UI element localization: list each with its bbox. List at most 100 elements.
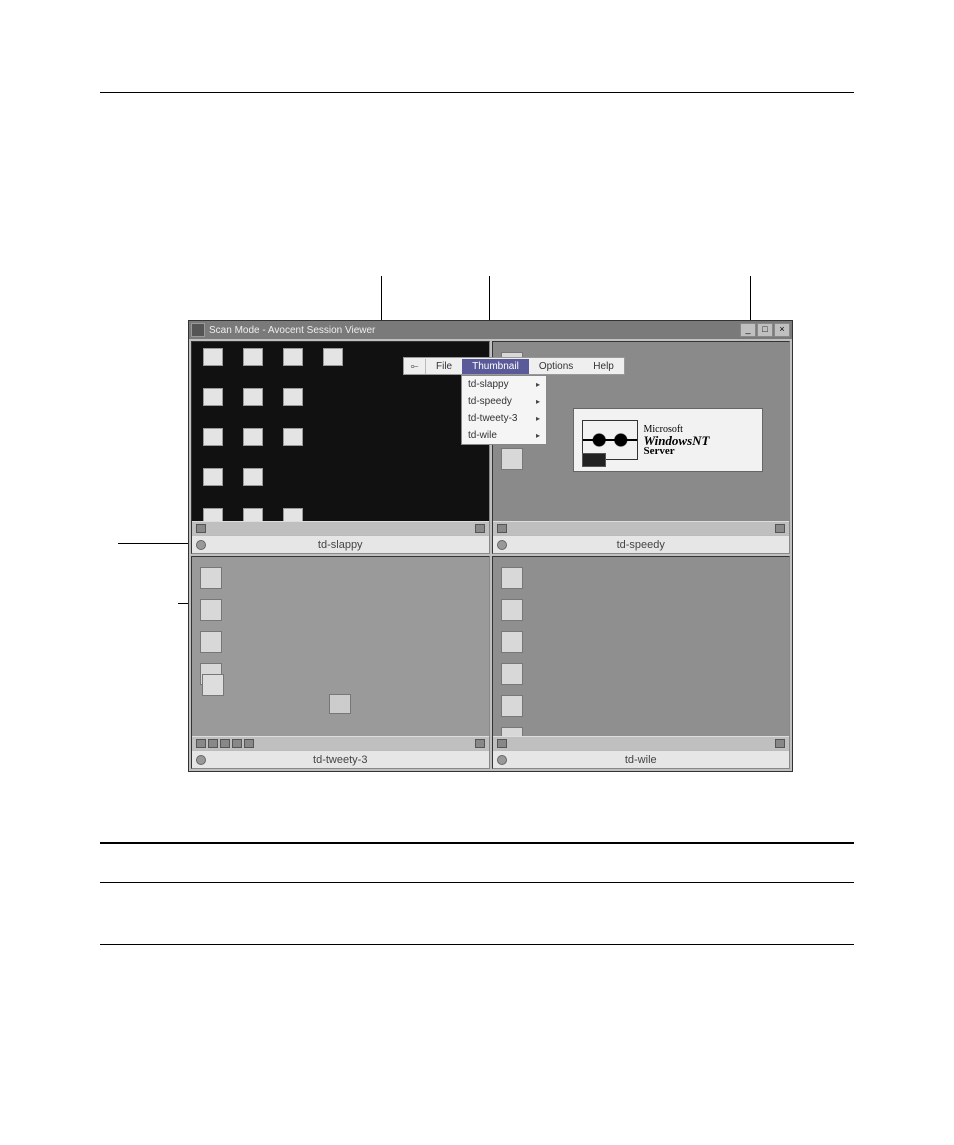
dropdown-item-label: td-wile xyxy=(468,430,497,441)
desktop-icon xyxy=(278,388,308,418)
desktop-icon xyxy=(501,663,523,685)
desktop-icon xyxy=(238,348,268,378)
desktop-icon xyxy=(198,468,228,498)
taskbar-tray xyxy=(196,739,254,748)
nt-logo-text: Microsoft WindowsNT Server xyxy=(644,424,710,457)
desktop-icon xyxy=(501,727,523,736)
thumbnail-taskbar xyxy=(493,736,790,750)
generic-icon xyxy=(243,508,263,521)
close-button[interactable]: × xyxy=(774,323,790,337)
horizontal-rule xyxy=(100,882,854,883)
thumbnail-caption-label: td-slappy xyxy=(318,539,363,551)
thumbnail-pane-td-wile[interactable]: td-wile xyxy=(492,556,791,769)
submenu-arrow-icon: ▸ xyxy=(536,414,540,423)
status-indicator-icon xyxy=(196,755,206,765)
generic-icon xyxy=(203,348,223,366)
status-indicator-icon xyxy=(497,540,507,550)
menu-options[interactable]: Options xyxy=(529,359,583,374)
generic-icon xyxy=(283,348,303,366)
desktop-icon xyxy=(198,508,228,521)
menu-thumbnail[interactable]: Thumbnail xyxy=(462,359,529,374)
windows-nt-splash: Microsoft WindowsNT Server xyxy=(573,408,763,472)
generic-icon xyxy=(243,348,263,366)
generic-icon xyxy=(243,388,263,406)
generic-icon xyxy=(203,508,223,521)
desktop-icon xyxy=(278,428,308,458)
desktop-icon xyxy=(501,631,523,653)
titlebar[interactable]: Scan Mode - Avocent Session Viewer _ □ × xyxy=(189,321,792,339)
desktop-icon xyxy=(238,468,268,498)
submenu-arrow-icon: ▸ xyxy=(536,431,540,440)
desktop-icons-column xyxy=(200,567,222,685)
dropdown-item-label: td-speedy xyxy=(468,396,512,407)
generic-icon xyxy=(323,348,343,366)
horizontal-rule xyxy=(100,92,854,93)
desktop-icon xyxy=(200,567,222,589)
minimize-button[interactable]: _ xyxy=(740,323,756,337)
thumbnail-caption: td-tweety-3 xyxy=(192,750,489,768)
desktop-icon xyxy=(198,388,228,418)
desktop-icon xyxy=(278,508,308,521)
desktop-icon xyxy=(501,448,523,470)
generic-icon xyxy=(243,428,263,446)
desktop-icon xyxy=(238,428,268,458)
dropdown-item-td-speedy[interactable]: td-speedy ▸ xyxy=(462,393,546,410)
desktop-thumbnail xyxy=(493,557,790,736)
callout-line-close-button xyxy=(750,276,751,320)
dropdown-item-td-tweety-3[interactable]: td-tweety-3 ▸ xyxy=(462,410,546,427)
app-icon xyxy=(191,323,205,337)
desktop-icons-column xyxy=(501,567,523,736)
taskbar-tray xyxy=(196,524,206,533)
submenu-arrow-icon: ▸ xyxy=(536,397,540,406)
thumbnail-taskbar xyxy=(493,521,790,535)
callout-line-thumbtack xyxy=(381,276,382,324)
generic-icon xyxy=(203,388,223,406)
desktop-icon xyxy=(501,695,523,717)
maximize-button[interactable]: □ xyxy=(757,323,773,337)
dropdown-item-td-slappy[interactable]: td-slappy ▸ xyxy=(462,376,546,393)
callout-line-status-indicator xyxy=(118,543,190,544)
desktop-icons-grid xyxy=(198,348,352,521)
recycle-bin-icon xyxy=(329,694,351,714)
horizontal-rule xyxy=(100,842,854,844)
desktop-icon xyxy=(198,428,228,458)
desktop-thumbnail xyxy=(192,557,489,736)
thumbnails-grid: ⟜ File Thumbnail Options Help td-slappy … xyxy=(189,339,792,771)
generic-icon xyxy=(283,388,303,406)
thumbnail-pane-td-tweety-3[interactable]: td-tweety-3 xyxy=(191,556,490,769)
menu-help[interactable]: Help xyxy=(583,359,624,374)
status-indicator-icon xyxy=(497,755,507,765)
dropdown-item-label: td-tweety-3 xyxy=(468,413,517,424)
menu-file[interactable]: File xyxy=(426,359,462,374)
nt-card-icon xyxy=(582,453,606,467)
thumbtack-icon[interactable]: ⟜ xyxy=(404,359,426,374)
thumbnail-caption-label: td-tweety-3 xyxy=(313,754,367,766)
window-title: Scan Mode - Avocent Session Viewer xyxy=(209,325,740,336)
desktop-icon xyxy=(278,348,308,378)
desktop-icon xyxy=(501,599,523,621)
thumbnail-taskbar xyxy=(192,521,489,535)
menubar[interactable]: ⟜ File Thumbnail Options Help xyxy=(403,357,625,375)
dropdown-item-td-wile[interactable]: td-wile ▸ xyxy=(462,427,546,444)
desktop-icon xyxy=(200,631,222,653)
generic-icon xyxy=(203,428,223,446)
desktop-icon xyxy=(198,348,228,378)
desktop-icon xyxy=(202,674,224,696)
horizontal-rule xyxy=(100,944,854,945)
desktop-icon xyxy=(318,348,348,378)
desktop-icon xyxy=(238,508,268,521)
desktop-icon xyxy=(238,388,268,418)
thumbnail-caption: td-wile xyxy=(493,750,790,768)
thumbnail-caption: td-slappy xyxy=(192,535,489,553)
generic-icon xyxy=(243,468,263,486)
thumbnail-dropdown[interactable]: td-slappy ▸ td-speedy ▸ td-tweety-3 ▸ td… xyxy=(461,375,547,445)
thumbnail-caption-label: td-wile xyxy=(625,754,657,766)
generic-icon xyxy=(203,468,223,486)
dropdown-item-label: td-slappy xyxy=(468,379,509,390)
status-indicator-icon xyxy=(196,540,206,550)
generic-icon xyxy=(283,428,303,446)
thumbnail-caption-label: td-speedy xyxy=(617,539,665,551)
generic-icon xyxy=(283,508,303,521)
submenu-arrow-icon: ▸ xyxy=(536,380,540,389)
session-viewer-window: Scan Mode - Avocent Session Viewer _ □ ×… xyxy=(188,320,793,772)
